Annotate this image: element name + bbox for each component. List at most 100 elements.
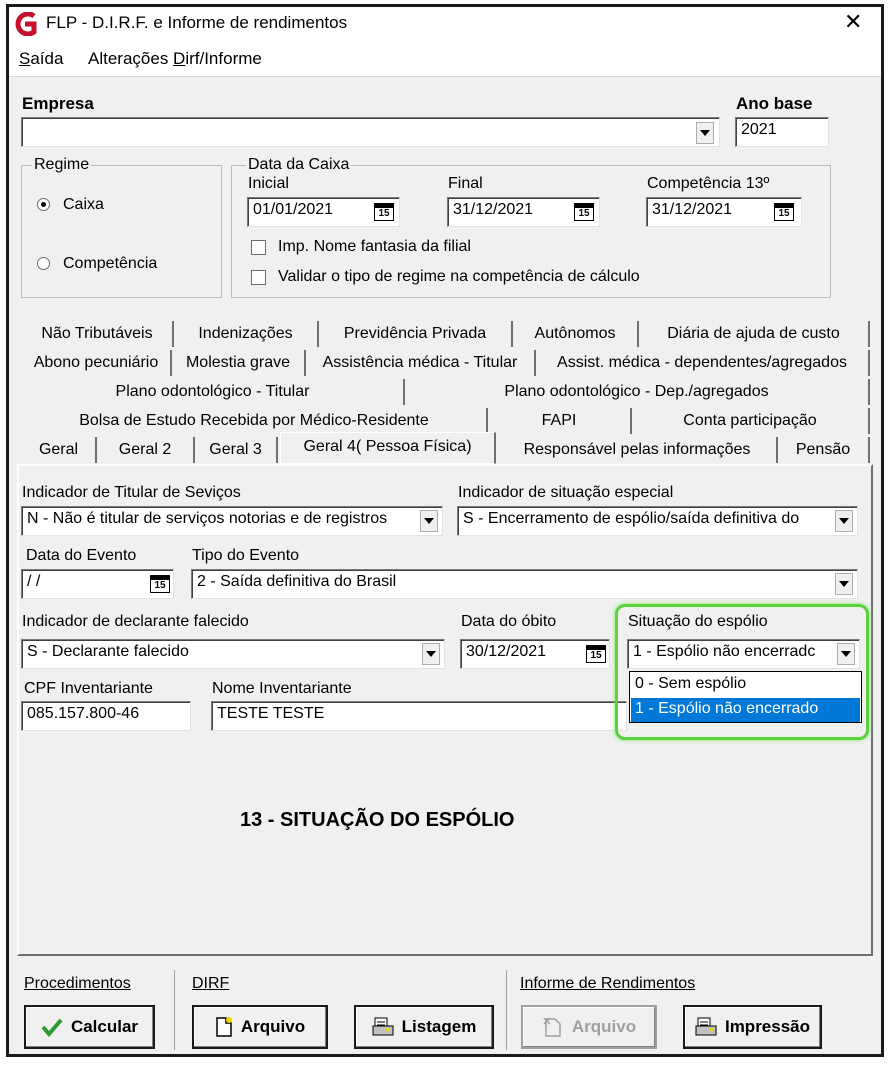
tab-molestia-grave[interactable]: Molestia grave [172,350,306,376]
printer-icon [695,1017,717,1036]
regime-caixa-label: Caixa [63,196,104,213]
impressao-button[interactable]: Impressão [683,1005,822,1049]
tipo-evento-select[interactable]: 2 - Saída definitiva do Brasil [191,569,858,599]
annotation-caption: 13 - SITUAÇÃO DO ESPÓLIO [240,809,515,831]
tab-nao-tributaveis[interactable]: Não Tributáveis [22,321,174,347]
situacao-select[interactable]: S - Encerramento de espólio/saída defini… [457,506,858,536]
nome-fantasia-label: Imp. Nome fantasia da filial [278,238,471,255]
regime-competencia-radio[interactable] [37,257,50,270]
titular-label: Indicador de Titular de Seviços [22,484,241,501]
situacao-label: Indicador de situação especial [458,484,674,501]
obito-calendar-icon[interactable]: 15 [586,645,606,663]
calcular-label: Calcular [70,1017,139,1036]
validar-regime-checkbox[interactable] [251,270,266,285]
ano-base-label: Ano base [736,94,813,113]
new-file-icon [216,1017,232,1037]
tab-abono-pecuniario[interactable]: Abono pecuniário [22,350,172,376]
tab-geral-4-selected[interactable]: Geral 4( Pessoa Física) [280,432,496,464]
tab-label: Bolsa de Estudo Recebida por Médico-Resi… [79,412,429,429]
falecido-label: Indicador de declarante falecido [22,613,249,630]
menu-bar: Saída Alterações Dirf/Informe [9,41,881,77]
ano-base-input[interactable]: 2021 [735,117,829,147]
inicial-label: Inicial [248,175,289,192]
tab-assistencia-medica-titular[interactable]: Assistência médica - Titular [306,350,536,376]
tab-label: Não Tributáveis [41,325,153,342]
tab-label: Abono pecuniário [33,354,159,371]
tab-label: Geral 2 [118,441,172,458]
title-bar: FLP - D.I.R.F. e Informe de rendimentos … [9,7,881,41]
dirf-arquivo-button[interactable]: Arquivo [192,1005,328,1049]
dirf-label: DIRF [192,975,230,992]
falecido-dropdown-button[interactable] [422,643,440,665]
tab-responsavel-informacoes[interactable]: Responsável pelas informações [498,437,778,463]
tipo-evento-dropdown-button[interactable] [835,573,853,595]
titular-select[interactable]: N - Não é titular de serviços notorias e… [21,506,443,536]
tab-conta-participacao[interactable]: Conta participação [632,408,870,434]
empresa-label: Empresa [22,94,94,113]
tab-label: Diária de ajuda de custo [667,325,840,342]
tab-diaria-ajuda-custo[interactable]: Diária de ajuda de custo [639,321,870,347]
window-title: FLP - D.I.R.F. e Informe de rendimentos [46,13,348,32]
tab-label: Responsável pelas informações [523,441,751,458]
final-label: Final [448,175,483,192]
regime-caixa-radio[interactable] [37,198,50,211]
data-evento-label: Data do Evento [26,547,137,564]
tab-label: Indenizações [198,325,293,342]
tab-geral[interactable]: Geral [22,437,97,463]
empresa-select[interactable] [21,117,720,147]
close-icon[interactable]: ✕ [844,9,862,35]
obito-label: Data do óbito [461,613,557,630]
cpf-input[interactable]: 085.157.800-46 [21,701,191,731]
comp13-label: Competência 13º [647,175,770,192]
tab-autonomos[interactable]: Autônomos [513,321,639,347]
file-disabled-icon [543,1017,561,1037]
tab-label: Plano odontológico - Titular [115,383,310,400]
tab-label: Plano odontológico - Dep./agregados [504,383,769,400]
print-report-icon [372,1017,394,1036]
tab-bolsa-estudo[interactable]: Bolsa de Estudo Recebida por Médico-Resi… [22,408,488,434]
tab-label: Autônomos [534,325,616,342]
data-caixa-label: Data da Caixa [246,156,352,174]
app-logo-icon [15,12,37,36]
tab-label: Assistência médica - Titular [322,354,518,371]
cpf-label: CPF Inventariante [24,680,153,697]
regime-group [21,165,222,298]
comp13-calendar-icon[interactable]: 15 [774,203,794,221]
nome-label: Nome Inventariante [212,680,352,697]
nome-fantasia-checkbox[interactable] [251,240,266,255]
tab-fapi[interactable]: FAPI [488,408,632,434]
informe-arquivo-button[interactable]: Arquivo [521,1005,657,1049]
calcular-button[interactable]: Calcular [24,1005,155,1049]
titular-dropdown-button[interactable] [420,510,438,532]
tab-geral-2[interactable]: Geral 2 [97,437,195,463]
tab-label: Molestia grave [185,354,291,371]
procedimentos-label: Procedimentos [24,975,131,992]
tab-label: Conta participação [683,412,817,429]
empresa-dropdown-button[interactable] [696,122,714,144]
regime-competencia-label: Competência [63,255,158,272]
tab-pensao[interactable]: Pensão [778,437,870,463]
tab-label: Geral 4( Pessoa Física) [303,438,472,455]
menu-saida[interactable]: Saída [19,49,63,69]
tab-indenizacoes[interactable]: Indenizações [174,321,319,347]
tab-geral-3[interactable]: Geral 3 [195,437,278,463]
tab-plano-odonto-dependentes[interactable]: Plano odontológico - Dep./agregados [405,379,870,405]
tab-label: Pensão [795,441,851,458]
checkmark-icon [41,1018,63,1037]
tab-label: Previdência Privada [343,325,487,342]
inicial-calendar-icon[interactable]: 15 [374,203,394,221]
tab-assist-medica-dependentes[interactable]: Assist. médica - dependentes/agregados [536,350,870,376]
tab-label: Assist. médica - dependentes/agregados [557,354,847,371]
data-evento-calendar-icon[interactable]: 15 [150,575,170,593]
tab-label: FAPI [541,412,577,429]
listagem-button[interactable]: Listagem [354,1005,494,1049]
nome-input[interactable]: TESTE TESTE [211,701,627,731]
falecido-select[interactable]: S - Declarante falecido [21,639,445,669]
final-calendar-icon[interactable]: 15 [574,203,594,221]
arquivo2-label: Arquivo [571,1017,637,1036]
situacao-dropdown-button[interactable] [835,510,853,532]
tab-previdencia-privada[interactable]: Previdência Privada [319,321,513,347]
tipo-evento-label: Tipo do Evento [192,547,300,564]
menu-alteracoes[interactable]: Alterações Dirf/Informe [88,49,262,69]
tab-plano-odonto-titular[interactable]: Plano odontológico - Titular [22,379,405,405]
